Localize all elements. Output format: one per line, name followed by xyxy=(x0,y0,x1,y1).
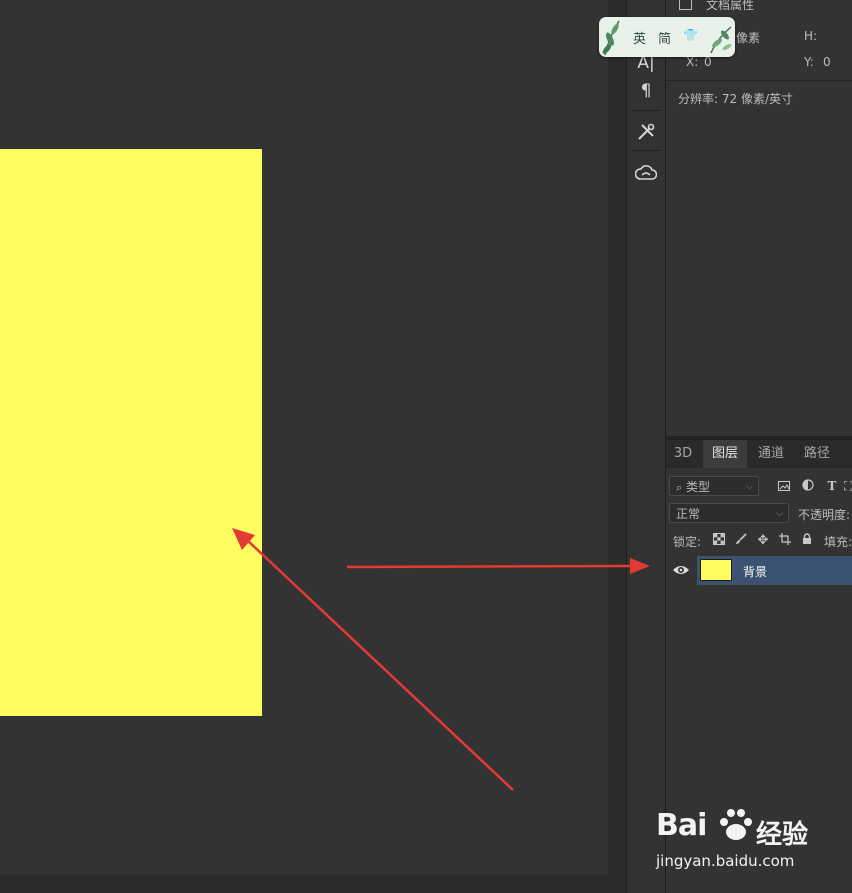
chevron-down-icon: ⌵ xyxy=(746,482,753,492)
vertical-scrollbar[interactable] xyxy=(608,0,626,893)
y-value[interactable]: 0 xyxy=(823,55,831,69)
y-label: Y: xyxy=(804,55,814,69)
horizontal-scrollbar[interactable] xyxy=(0,875,608,893)
layer-name[interactable]: 背景 xyxy=(743,563,767,580)
shape-filter-icon[interactable]: ⛶ xyxy=(844,478,852,494)
watermark-brand: Bai xyxy=(656,808,707,843)
baidu-watermark: Bai 经验 jingyan.baidu.com xyxy=(652,800,812,880)
height-label: H: xyxy=(804,29,818,43)
ime-skin-icon[interactable]: 👕 xyxy=(683,28,698,42)
divider xyxy=(631,110,661,111)
divider xyxy=(666,80,852,81)
tab-channels[interactable]: 通道 xyxy=(750,440,792,468)
tab-layers[interactable]: 图层 xyxy=(703,440,747,468)
document-icon xyxy=(679,0,692,10)
lock-position-icon[interactable]: ✥ xyxy=(755,533,771,549)
ime-script-toggle[interactable]: 简 xyxy=(658,28,671,47)
lock-all-icon[interactable] xyxy=(799,533,815,549)
properties-panel: 文档属性 像素 H: X: 0 Y: 0 分辨率: 72 像素/英寸 xyxy=(666,0,852,436)
divider xyxy=(631,150,661,151)
panel-tool-strip: A| ¶ xyxy=(626,0,666,893)
lock-transparent-icon[interactable] xyxy=(711,533,727,549)
layer-thumbnail xyxy=(700,559,732,581)
type-filter-icon[interactable]: T xyxy=(824,478,840,494)
creative-cloud-icon[interactable] xyxy=(633,160,659,186)
tab-3d[interactable]: 3D xyxy=(666,440,700,468)
layer-filter-select[interactable]: ⌕ 类型 ⌵ xyxy=(669,476,759,496)
lock-pixels-icon[interactable] xyxy=(733,533,749,549)
x-value[interactable]: 0 xyxy=(704,55,712,69)
paw-logo-icon xyxy=(720,809,752,840)
lock-artboard-icon[interactable] xyxy=(777,533,793,549)
width-unit: 像素 xyxy=(736,31,761,45)
watermark-url: jingyan.baidu.com xyxy=(656,852,795,870)
blend-mode-select[interactable]: 正常 ⌵ xyxy=(669,503,789,523)
properties-title: 文档属性 xyxy=(706,0,755,12)
eye-icon[interactable] xyxy=(672,563,690,577)
paragraph-icon[interactable]: ¶ xyxy=(633,78,659,104)
document-canvas[interactable] xyxy=(0,149,262,716)
search-icon: ⌕ xyxy=(676,481,683,494)
tools-icon[interactable] xyxy=(633,119,659,145)
opacity-label: 不透明度: xyxy=(798,508,851,522)
resolution-text: 分辨率: 72 像素/英寸 xyxy=(678,92,793,106)
ime-toolbar[interactable]: 英 简 👕 xyxy=(599,17,735,57)
blend-mode-value: 正常 xyxy=(676,507,701,521)
x-label: X: xyxy=(686,55,699,69)
lock-label: 锁定: xyxy=(673,535,702,549)
ime-language-toggle[interactable]: 英 xyxy=(633,28,646,47)
tab-paths[interactable]: 路径 xyxy=(795,440,839,468)
fill-label: 填充: xyxy=(824,535,852,549)
image-filter-icon[interactable] xyxy=(776,479,792,495)
watermark-suffix: 经验 xyxy=(756,820,809,850)
layers-tab-bar: 3D 图层 通道 路径 xyxy=(666,440,852,468)
chevron-down-icon: ⌵ xyxy=(776,509,783,519)
filter-kind: 类型 xyxy=(686,480,711,494)
adjustment-filter-icon[interactable] xyxy=(800,479,816,495)
